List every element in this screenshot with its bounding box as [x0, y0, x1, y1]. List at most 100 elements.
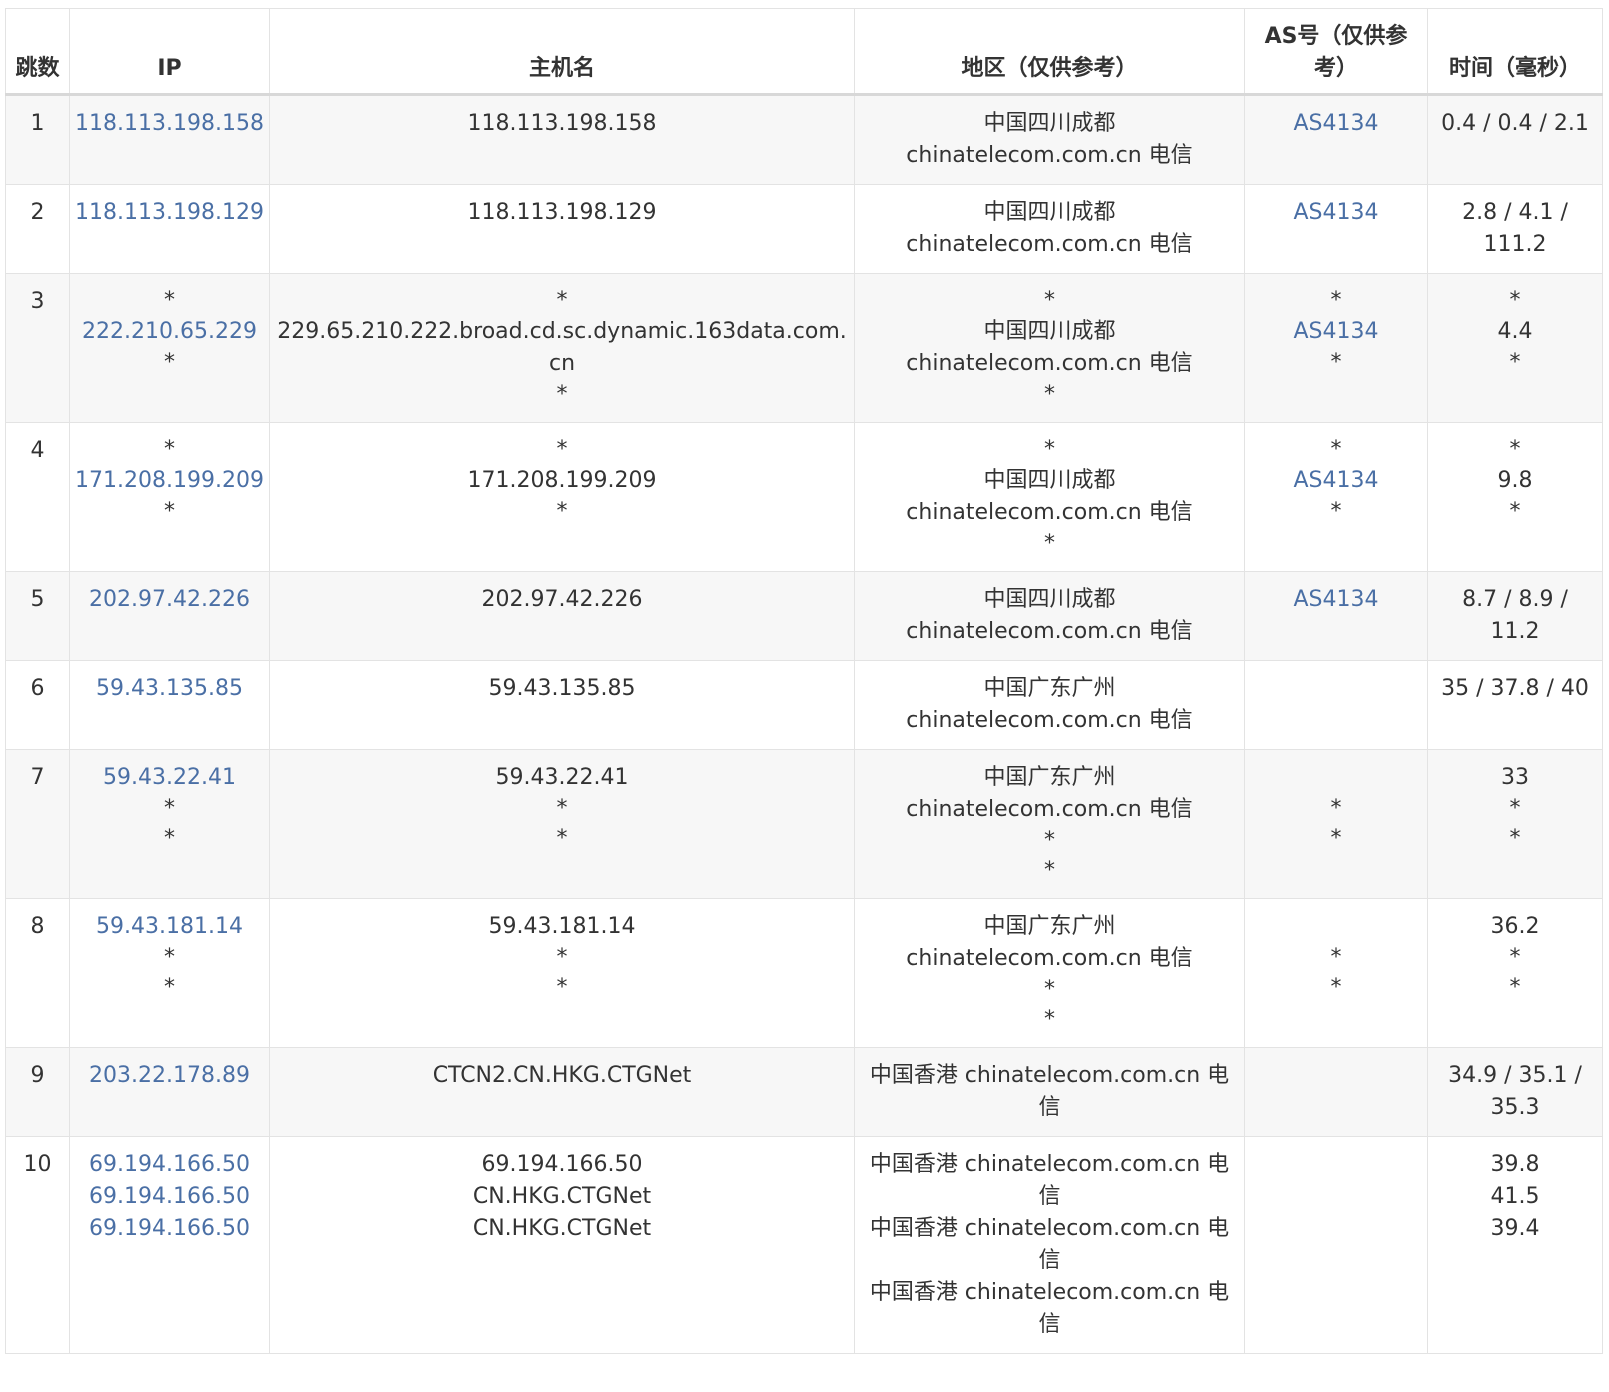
region-cell: 中国四川成都 chinatelecom.com.cn 电信 — [854, 94, 1245, 185]
as-link[interactable]: AS4134 — [1249, 584, 1423, 616]
ip-link[interactable]: 118.113.198.129 — [74, 197, 265, 229]
ip-link[interactable]: 202.97.42.226 — [74, 584, 265, 616]
timeout-marker: * — [1044, 1007, 1055, 1032]
region-cell: 中国广东广州 chinatelecom.com.cn 电信 — [854, 660, 1245, 750]
table-row: 3 * 222.210.65.229 * * 229.65.210.222.broad.c… — [5, 273, 1603, 423]
ip-cell: 203.22.178.89 — [69, 1047, 270, 1137]
time-text: 39.4 — [1490, 1216, 1540, 1241]
as-cell — [1244, 660, 1428, 750]
hop-cell: 3 — [5, 273, 70, 423]
header-host: 主机名 — [269, 8, 855, 96]
hop-cell: 10 — [5, 1136, 70, 1354]
host-text: CTCN2.CN.HKG.CTGNet — [432, 1063, 692, 1088]
hostname-cell: 202.97.42.226 — [269, 571, 855, 661]
traceroute-table-container: 跳数 IP 主机名 地区（仅供参考） AS号（仅供参考） 时间（毫秒） 1 118… — [5, 8, 1603, 1354]
ip-cell: 118.113.198.129 — [69, 184, 270, 274]
hop-cell: 5 — [5, 571, 70, 661]
ip-cell: 69.194.166.50 69.194.166.50 69.194.166.50 — [69, 1136, 270, 1354]
hop-cell: 7 — [5, 749, 70, 899]
region-text: 中国四川成都 — [983, 319, 1116, 344]
header-region: 地区（仅供参考） — [854, 8, 1245, 96]
region-cell: 中国香港 chinatelecom.com.cn 电信 — [854, 1047, 1245, 1137]
header-time: 时间（毫秒） — [1427, 8, 1603, 96]
timeout-marker: * — [1044, 288, 1055, 313]
as-cell — [1244, 1136, 1428, 1354]
ip-link[interactable]: 203.22.178.89 — [74, 1060, 265, 1092]
timeout-marker: * — [556, 826, 568, 851]
time-text: 11.2 — [1490, 619, 1540, 644]
as-link[interactable]: AS4134 — [1249, 465, 1423, 497]
host-text: 118.113.198.129 — [467, 200, 657, 225]
host-text: 229.65.210.222.broad.cd.sc.dynamic.163da… — [277, 319, 847, 376]
region-text: chinatelecom.com.cn 电信 — [906, 351, 1193, 376]
time-cell: 36.2 * * — [1427, 898, 1603, 1048]
table-row: 6 59.43.135.85 59.43.135.85 中国广东广州 chinatele… — [5, 660, 1603, 750]
region-text: chinatelecom.com.cn 电信 — [906, 708, 1193, 733]
as-cell — [1244, 1047, 1428, 1137]
region-text: chinatelecom.com.cn 电信 — [906, 797, 1193, 822]
table-row: 10 69.194.166.50 69.194.166.50 69.194.166.5… — [5, 1136, 1603, 1354]
hop-cell: 1 — [5, 94, 70, 185]
timeout-marker: * — [1330, 350, 1342, 375]
region-cell: 中国四川成都 chinatelecom.com.cn 电信 — [854, 571, 1245, 661]
table-row: 4 * 171.208.199.209 * * 171.208.199.209 * * 中国四川… — [5, 422, 1603, 572]
host-text: 171.208.199.209 — [467, 468, 657, 493]
time-text: 33 — [1501, 765, 1529, 790]
time-text: 36.2 — [1490, 914, 1540, 939]
time-cell: 0.4 / 0.4 / 2.1 — [1427, 94, 1603, 185]
ip-cell: 118.113.198.158 — [69, 94, 270, 185]
hop-cell: 4 — [5, 422, 70, 572]
region-text: chinatelecom.com.cn 电信 — [906, 946, 1193, 971]
ip-link[interactable]: 171.208.199.209 — [74, 465, 265, 497]
region-text: 中国四川成都 — [983, 111, 1116, 136]
hop-cell: 2 — [5, 184, 70, 274]
as-link[interactable]: AS4134 — [1249, 316, 1423, 348]
header-hop: 跳数 — [5, 8, 70, 96]
host-text: 118.113.198.158 — [467, 111, 657, 136]
as-link[interactable]: AS4134 — [1249, 197, 1423, 229]
ip-link[interactable]: 222.210.65.229 — [74, 316, 265, 348]
timeout-marker: * — [1330, 796, 1342, 821]
ip-link[interactable]: 118.113.198.158 — [74, 108, 265, 140]
timeout-marker: * — [1044, 828, 1055, 853]
timeout-marker: * — [1044, 858, 1055, 883]
timeout-marker: * — [1509, 796, 1521, 821]
timeout-marker: * — [556, 796, 568, 821]
region-text: chinatelecom.com.cn 电信 — [906, 500, 1193, 525]
as-cell: * * — [1244, 749, 1428, 899]
timeout-marker: * — [1044, 382, 1055, 407]
region-cell: 中国广东广州 chinatelecom.com.cn 电信 * * — [854, 749, 1245, 899]
region-text: 中国广东广州 — [983, 914, 1116, 939]
ip-link[interactable]: 59.43.181.14 — [74, 911, 265, 943]
time-text: 35 / 37.8 / 40 — [1441, 676, 1589, 701]
region-text: chinatelecom.com.cn 电信 — [906, 232, 1193, 257]
timeout-marker: * — [1509, 288, 1521, 313]
timeout-marker: * — [164, 796, 175, 821]
timeout-marker: * — [556, 945, 568, 970]
hostname-cell: 59.43.22.41 * * — [269, 749, 855, 899]
ip-link[interactable]: 69.194.166.50 — [74, 1149, 265, 1181]
ip-link[interactable]: 69.194.166.50 — [74, 1213, 265, 1245]
timeout-marker: * — [1509, 437, 1521, 462]
table-row: 9 203.22.178.89 CTCN2.CN.HKG.CTGNet 中国香港 ch… — [5, 1047, 1603, 1137]
region-cell: * 中国四川成都 chinatelecom.com.cn 电信 * — [854, 273, 1245, 423]
region-text: 中国香港 chinatelecom.com.cn 电信 — [869, 1280, 1230, 1337]
timeout-marker: * — [1044, 531, 1055, 556]
ip-link[interactable]: 69.194.166.50 — [74, 1181, 265, 1213]
region-text: 中国四川成都 — [983, 468, 1116, 493]
as-link[interactable]: AS4134 — [1249, 108, 1423, 140]
timeout-marker: * — [556, 382, 568, 407]
time-text: 9.8 — [1497, 468, 1533, 493]
ip-link[interactable]: 59.43.135.85 — [74, 673, 265, 705]
timeout-marker: * — [1509, 499, 1521, 524]
region-text: chinatelecom.com.cn 电信 — [906, 619, 1193, 644]
timeout-marker: * — [1330, 437, 1342, 462]
timeout-marker: * — [1330, 288, 1342, 313]
hostname-cell: 59.43.181.14 * * — [269, 898, 855, 1048]
ip-link[interactable]: 59.43.22.41 — [74, 762, 265, 794]
timeout-marker: * — [164, 975, 175, 1000]
as-cell: * AS4134 * — [1244, 273, 1428, 423]
time-cell: 8.7 / 8.9 / 11.2 — [1427, 571, 1603, 661]
ip-cell: 59.43.181.14 * * — [69, 898, 270, 1048]
hop-cell: 6 — [5, 660, 70, 750]
